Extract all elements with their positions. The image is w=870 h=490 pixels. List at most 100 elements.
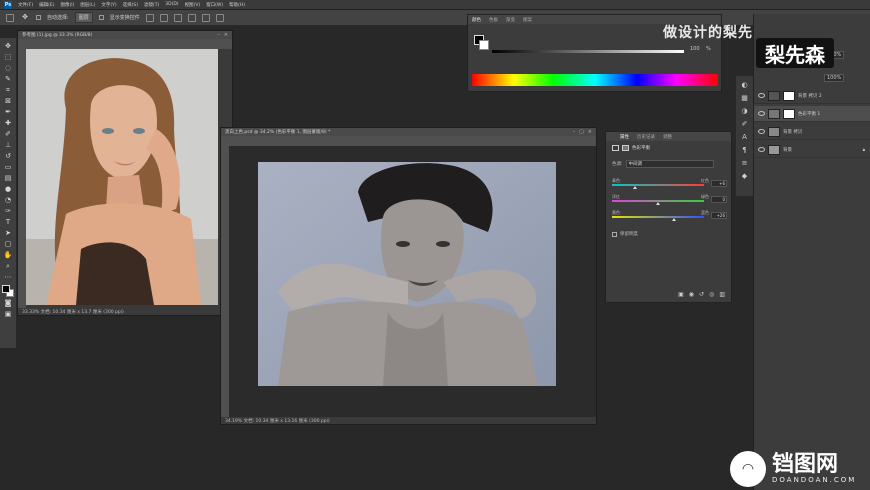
clip-to-layer-icon[interactable]: ▣ <box>678 291 684 298</box>
tab-gradients[interactable]: 渐变 <box>506 17 515 23</box>
shape-icon[interactable]: ▢ <box>3 239 13 249</box>
layer-row[interactable]: 背景 🔒︎ <box>754 142 870 158</box>
magenta-green-value[interactable]: 0 <box>711 196 727 203</box>
layer-row[interactable]: 背景 拷贝 <box>754 124 870 140</box>
gradient-icon[interactable]: ▤ <box>3 173 13 183</box>
tab-adjustments[interactable]: 调整 <box>663 134 672 140</box>
align-right-icon[interactable] <box>173 13 182 22</box>
cyan-red-track[interactable] <box>612 184 704 186</box>
align-center-icon[interactable] <box>159 13 168 22</box>
eraser-icon[interactable]: ▭ <box>3 162 13 172</box>
visibility-eye-icon[interactable] <box>758 111 765 116</box>
cyan-red-thumb[interactable] <box>633 186 637 189</box>
more-tools-icon[interactable]: ⋯ <box>3 272 13 282</box>
menu-3d[interactable]: 3D(D) <box>165 2 178 7</box>
align-top-icon[interactable] <box>187 13 196 22</box>
yellow-blue-thumb[interactable] <box>671 218 676 221</box>
visibility-eye-icon[interactable] <box>758 129 765 134</box>
reset-icon[interactable]: ↺ <box>699 291 704 298</box>
eyedropper-icon[interactable]: ✒ <box>3 107 13 117</box>
type-icon[interactable]: T <box>3 217 13 227</box>
dodge-icon[interactable]: ◔ <box>3 195 13 205</box>
marquee-icon[interactable]: ⬚ <box>3 52 13 62</box>
mask-icon[interactable] <box>622 145 629 151</box>
visibility-eye-icon[interactable] <box>758 93 765 98</box>
reference-document-title-bar[interactable]: 参考图 (1).jpg @ 33.3% (RGB/8) – × <box>18 31 232 39</box>
menu-help[interactable]: 帮助(H) <box>229 2 245 8</box>
main-document-title-bar[interactable]: 黑白上色.psd @ 34.2% (色彩平衡 1, 图层蒙版/8) * – ▢ × <box>221 128 596 136</box>
menu-view[interactable]: 视图(V) <box>185 2 201 8</box>
panel-background-swatch[interactable] <box>479 40 489 50</box>
layer-name[interactable]: 背景 拷贝 <box>783 129 802 135</box>
tab-properties[interactable]: 属性 <box>620 134 629 140</box>
blur-icon[interactable]: ● <box>3 184 13 194</box>
minimize-icon[interactable]: – <box>217 32 220 38</box>
dock-properties-icon[interactable]: ≡ <box>740 158 749 167</box>
fill-value[interactable]: 100% <box>824 74 845 82</box>
show-transform-checkbox[interactable] <box>98 15 104 20</box>
quick-select-icon[interactable]: ✎ <box>3 74 13 84</box>
layer-row[interactable]: 背景 拷贝 2 <box>754 88 870 104</box>
preserve-luminosity-checkbox[interactable] <box>612 231 617 237</box>
frame-icon[interactable]: ⊠ <box>3 96 13 106</box>
menu-file[interactable]: 文件(F) <box>18 2 33 8</box>
menu-edit[interactable]: 编辑(E) <box>39 2 54 8</box>
dock-color-icon[interactable]: ◐ <box>740 80 749 89</box>
close-icon[interactable]: × <box>224 32 228 38</box>
tab-patterns[interactable]: 图案 <box>523 17 532 23</box>
history-brush-icon[interactable]: ↺ <box>3 151 13 161</box>
menu-select[interactable]: 选择(S) <box>123 2 138 8</box>
magenta-green-thumb[interactable] <box>656 202 660 205</box>
align-middle-icon[interactable] <box>201 13 210 22</box>
stamp-icon[interactable]: ⊥ <box>3 140 13 150</box>
visibility-eye-icon[interactable] <box>758 147 765 152</box>
brush-icon[interactable]: ✐ <box>3 129 13 139</box>
close-icon[interactable]: × <box>588 129 592 135</box>
visibility-icon[interactable]: ◎ <box>709 291 714 298</box>
menu-filter[interactable]: 滤镜(T) <box>144 2 159 8</box>
align-bottom-icon[interactable] <box>215 13 224 22</box>
brightness-value[interactable]: 100 <box>690 46 700 52</box>
quick-mask-icon[interactable]: ◙ <box>3 298 13 308</box>
hand-icon[interactable]: ✋ <box>3 250 13 260</box>
pen-icon[interactable]: ✑ <box>3 206 13 216</box>
zoom-icon[interactable]: ⌕ <box>3 261 13 271</box>
tone-dropdown[interactable]: 中间调 <box>625 160 714 168</box>
brightness-slider[interactable] <box>492 50 684 53</box>
move-tool-icon[interactable]: ✥ <box>20 13 30 23</box>
menu-image[interactable]: 图像(I) <box>60 2 74 8</box>
menu-type[interactable]: 文字(Y) <box>101 2 116 8</box>
layer-name[interactable]: 背景 <box>783 147 792 153</box>
move-icon[interactable]: ✥ <box>3 41 13 51</box>
dock-adjust-icon[interactable]: ◑ <box>740 106 749 115</box>
layer-name[interactable]: 背景 拷贝 2 <box>798 93 822 99</box>
delete-icon[interactable]: ▥ <box>719 291 725 298</box>
color-spectrum-bar[interactable] <box>472 74 718 86</box>
tab-history[interactable]: 历史记录 <box>637 134 655 140</box>
healing-icon[interactable]: ✚ <box>3 118 13 128</box>
yellow-blue-value[interactable]: +26 <box>711 212 727 219</box>
restore-icon[interactable]: ▢ <box>579 129 584 135</box>
dock-brush-icon[interactable]: ✐ <box>740 119 749 128</box>
cyan-red-value[interactable]: +6 <box>711 180 727 187</box>
align-left-icon[interactable] <box>145 13 154 22</box>
dock-swatches-icon[interactable]: ▦ <box>740 93 749 102</box>
screen-mode-icon[interactable]: ▣ <box>3 309 13 319</box>
reference-document-window[interactable]: 参考图 (1).jpg @ 33.3% (RGB/8) – × 33.33% 文档… <box>17 30 233 316</box>
yellow-blue-track[interactable] <box>612 216 704 218</box>
view-previous-icon[interactable]: ◉ <box>689 291 694 298</box>
main-document-window[interactable]: 黑白上色.psd @ 34.2% (色彩平衡 1, 图层蒙版/8) * – ▢ × <box>220 127 597 425</box>
auto-select-dropdown[interactable]: 图层 <box>74 12 93 23</box>
layer-row[interactable]: 色彩平衡 1 <box>754 106 870 122</box>
color-swatches[interactable] <box>2 285 14 297</box>
foreground-color-swatch[interactable] <box>2 285 10 293</box>
menu-window[interactable]: 窗口(W) <box>206 2 223 8</box>
tab-swatches[interactable]: 色板 <box>489 17 498 23</box>
tab-color[interactable]: 颜色 <box>472 17 481 23</box>
dock-layers-icon[interactable]: ◆ <box>740 171 749 180</box>
layer-name[interactable]: 色彩平衡 1 <box>798 111 820 117</box>
minimize-icon[interactable]: – <box>573 129 576 135</box>
dock-character-icon[interactable]: A <box>740 132 749 141</box>
lasso-icon[interactable]: ◌ <box>3 63 13 73</box>
auto-select-checkbox[interactable] <box>36 15 41 20</box>
